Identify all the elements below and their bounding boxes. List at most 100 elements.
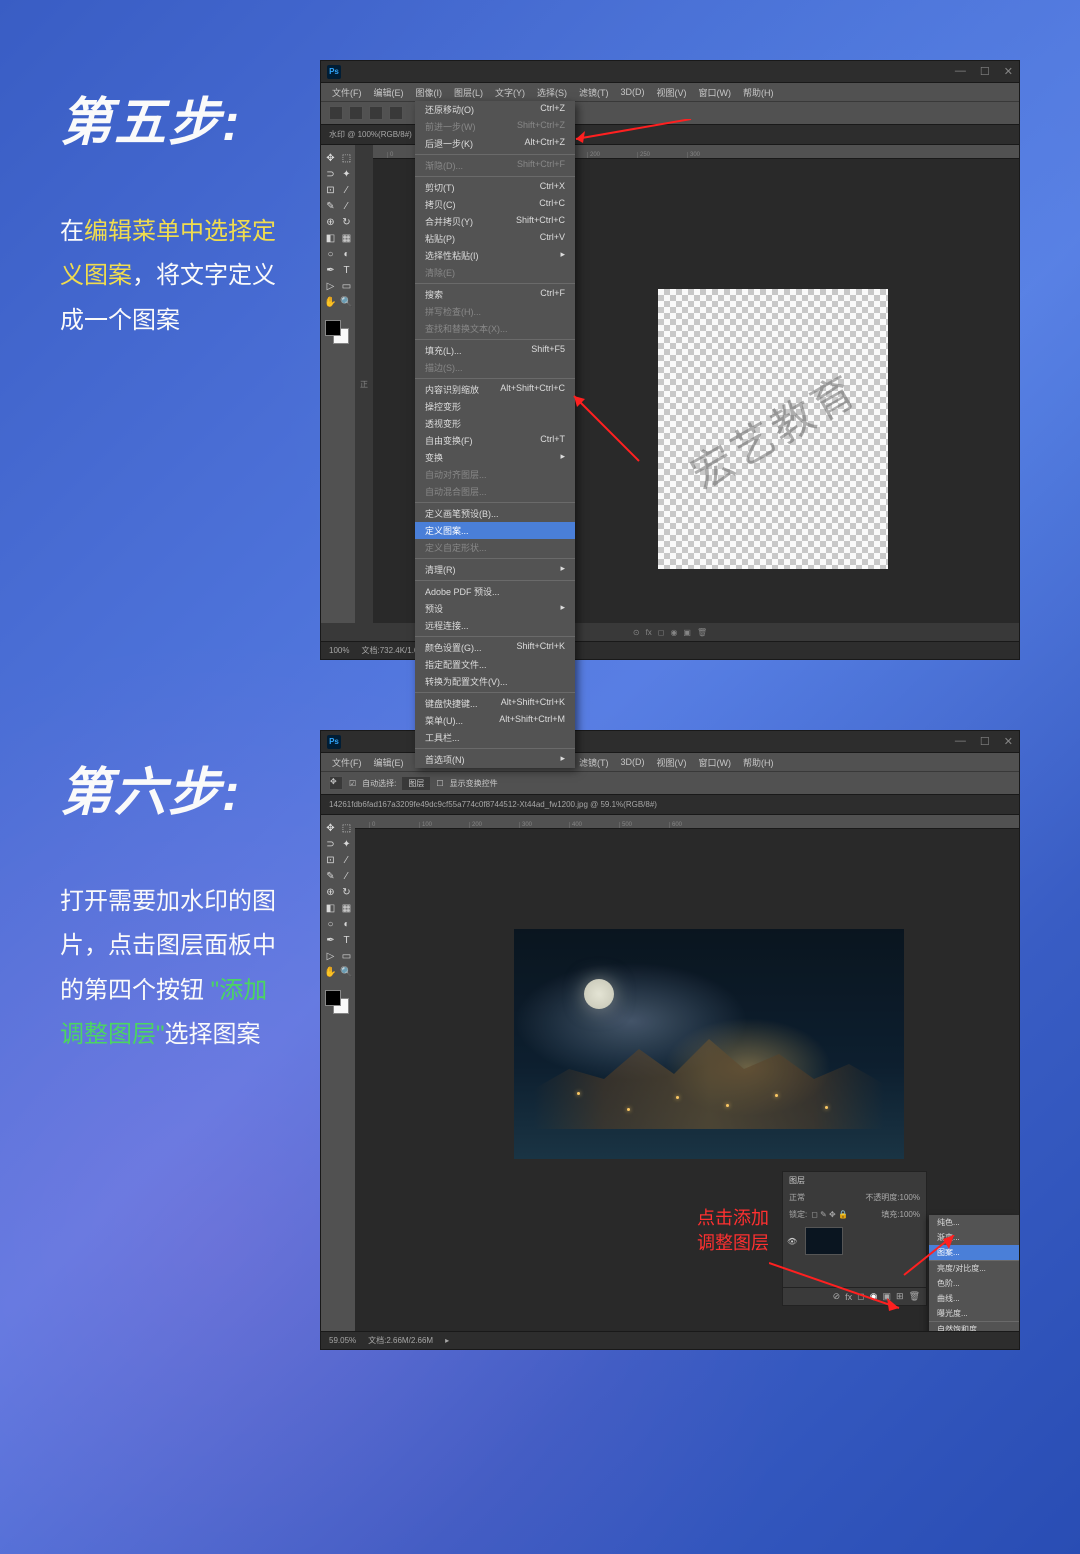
minimize-icon[interactable]: — — [955, 65, 966, 78]
layers-blend-row[interactable]: 正常不透明度:100% — [783, 1189, 926, 1206]
edit-menu-item[interactable]: 工具栏... — [415, 729, 575, 746]
brush-tool-icon[interactable]: ⁄ — [339, 869, 354, 884]
opt-box[interactable] — [369, 106, 383, 120]
menu-item[interactable]: 文件(F) — [327, 86, 367, 99]
maximize-icon[interactable]: ☐ — [980, 735, 990, 748]
eyedropper-tool-icon[interactable]: ⁄ — [339, 853, 354, 868]
menu-item[interactable]: 编辑(E) — [369, 756, 409, 769]
edit-menu-item[interactable]: 合并拷贝(Y)Shift+Ctrl+C — [415, 213, 575, 230]
opt-box[interactable] — [389, 106, 403, 120]
move-tool-icon[interactable]: ✥ — [323, 151, 338, 166]
edit-menu-item[interactable]: 拼写检查(H)... — [415, 303, 575, 320]
transparent-canvas[interactable]: 宏艺教育 — [658, 289, 888, 569]
menu-item[interactable]: 图像(I) — [411, 86, 448, 99]
menu-item[interactable]: 窗口(W) — [694, 756, 737, 769]
stamp-tool-icon[interactable]: ⊕ — [323, 215, 338, 230]
group-icon[interactable]: ▣ — [883, 1291, 892, 1302]
pen-tool-icon[interactable]: ✒ — [323, 263, 338, 278]
edit-menu-item[interactable]: 查找和替换文本(X)... — [415, 320, 575, 337]
context-menu-item[interactable]: 自然饱和度... — [929, 1322, 1019, 1331]
zoom-tool-icon[interactable]: 🔍 — [339, 295, 354, 310]
edit-menu-item[interactable]: 操控变形 — [415, 398, 575, 415]
context-menu-item[interactable]: 色阶... — [929, 1276, 1019, 1291]
heal-tool-icon[interactable]: ✎ — [323, 199, 338, 214]
layers-footer[interactable]: ⊘ fx ◻ ◉ ▣ ⊞ 🗑 — [783, 1287, 926, 1305]
edit-menu-item[interactable]: 自动混合图层... — [415, 483, 575, 500]
menu-item[interactable]: 3D(D) — [616, 87, 650, 97]
adjustment-context-menu[interactable]: 纯色...渐变...图案...亮度/对比度...色阶...曲线...曝光度...… — [929, 1215, 1019, 1331]
edit-menu-item[interactable]: 粘贴(P)Ctrl+V — [415, 230, 575, 247]
tool-preset-icon[interactable]: ✥ — [329, 776, 343, 790]
window-buttons[interactable]: —☐✕ — [955, 65, 1013, 78]
edit-menu-item[interactable]: 清除(E) — [415, 264, 575, 281]
zoom-tool-icon[interactable]: 🔍 — [339, 965, 354, 980]
trash-icon[interactable]: 🗑 — [909, 1291, 920, 1302]
wand-tool-icon[interactable]: ✦ — [339, 167, 354, 182]
heal-tool-icon[interactable]: ✎ — [323, 869, 338, 884]
new-layer-icon[interactable]: ⊞ — [896, 1291, 904, 1302]
adjustment-layer-icon[interactable]: ◉ — [870, 1291, 878, 1302]
edit-menu-item[interactable]: 渐隐(D)...Shift+Ctrl+F — [415, 157, 575, 174]
foreground-color[interactable] — [325, 320, 341, 336]
menu-item[interactable]: 选择(S) — [532, 86, 572, 99]
tool-preset-icon[interactable] — [329, 106, 343, 120]
type-tool-icon[interactable]: T — [339, 933, 354, 948]
photo-canvas[interactable] — [514, 929, 904, 1159]
layers-panel[interactable]: 图层 正常不透明度:100% 锁定:◻ ✎ ✥ 🔒填充:100% 👁 ⊘ fx … — [782, 1171, 927, 1306]
menu-item[interactable]: 帮助(H) — [738, 756, 779, 769]
edit-menu-item[interactable]: 菜单(U)...Alt+Shift+Ctrl+M — [415, 712, 575, 729]
blur-tool-icon[interactable]: ○ — [323, 247, 338, 262]
window-buttons[interactable]: — ☐ ✕ — [955, 735, 1013, 748]
layers-lock-row[interactable]: 锁定:◻ ✎ ✥ 🔒填充:100% — [783, 1206, 926, 1223]
tools-panel[interactable]: ✥⬚ ⊃✦ ⊡⁄ ✎⁄ ⊕↻ ◧▦ ○◐ ✒T ▷▭ ✋🔍 — [321, 815, 355, 1331]
stamp-tool-icon[interactable]: ⊕ — [323, 885, 338, 900]
close-icon[interactable]: ✕ — [1004, 735, 1013, 748]
link-icon[interactable]: ⊘ — [833, 1291, 841, 1302]
edit-menu-item[interactable]: 预设▸ — [415, 600, 575, 617]
context-menu-item[interactable]: 曝光度... — [929, 1306, 1019, 1321]
edit-menu-item[interactable]: 自由变换(F)Ctrl+T — [415, 432, 575, 449]
edit-menu-item[interactable]: 后退一步(K)Alt+Ctrl+Z — [415, 135, 575, 152]
gradient-tool-icon[interactable]: ▦ — [339, 231, 354, 246]
menu-item[interactable]: 帮助(H) — [738, 86, 779, 99]
edit-menu-item[interactable]: Adobe PDF 预设... — [415, 583, 575, 600]
menu-item[interactable]: 图层(L) — [449, 86, 488, 99]
brush-tool-icon[interactable]: ⁄ — [339, 199, 354, 214]
shape-tool-icon[interactable]: ▭ — [339, 949, 354, 964]
minimize-icon[interactable]: — — [955, 735, 966, 748]
layer-thumbnail[interactable] — [805, 1227, 843, 1255]
blur-tool-icon[interactable]: ○ — [323, 917, 338, 932]
document-tab[interactable]: 14261fdb6fad167a3209fe49dc9cf55a774c0f87… — [321, 795, 1019, 815]
edit-menu-item[interactable]: 首选项(N)▸ — [415, 751, 575, 768]
edit-menu-item[interactable]: 定义图案... — [415, 522, 575, 539]
edit-menu-item[interactable]: 还原移动(O)Ctrl+Z — [415, 101, 575, 118]
gradient-tool-icon[interactable]: ▦ — [339, 901, 354, 916]
lasso-tool-icon[interactable]: ⊃ — [323, 167, 338, 182]
edit-menu-item[interactable]: 拷贝(C)Ctrl+C — [415, 196, 575, 213]
eraser-tool-icon[interactable]: ◧ — [323, 901, 338, 916]
history-tool-icon[interactable]: ↻ — [339, 885, 354, 900]
context-menu-item[interactable]: 亮度/对比度... — [929, 1261, 1019, 1276]
shape-tool-icon[interactable]: ▭ — [339, 279, 354, 294]
lasso-tool-icon[interactable]: ⊃ — [323, 837, 338, 852]
edit-menu-item[interactable]: 定义自定形状... — [415, 539, 575, 556]
menu-item[interactable]: 滤镜(T) — [574, 756, 614, 769]
menu-item[interactable]: 滤镜(T) — [574, 86, 614, 99]
edit-menu-item[interactable]: 定义画笔预设(B)... — [415, 505, 575, 522]
context-menu-item[interactable]: 纯色... — [929, 1215, 1019, 1230]
ps-menubar[interactable]: 文件(F)编辑(E)图像(I)图层(L)文字(Y)选择(S)滤镜(T)3D(D)… — [321, 83, 1019, 101]
edit-menu-dropdown[interactable]: 还原移动(O)Ctrl+Z前进一步(W)Shift+Ctrl+Z后退一步(K)A… — [415, 101, 575, 768]
path-tool-icon[interactable]: ▷ — [323, 949, 338, 964]
wand-tool-icon[interactable]: ✦ — [339, 837, 354, 852]
marquee-tool-icon[interactable]: ⬚ — [339, 151, 354, 166]
history-tool-icon[interactable]: ↻ — [339, 215, 354, 230]
eyedropper-tool-icon[interactable]: ⁄ — [339, 183, 354, 198]
context-menu-item[interactable]: 图案... — [929, 1245, 1019, 1260]
visibility-icon[interactable]: 👁 — [783, 1237, 801, 1246]
crop-tool-icon[interactable]: ⊡ — [323, 853, 338, 868]
edit-menu-item[interactable]: 透视变形 — [415, 415, 575, 432]
fx-icon[interactable]: fx — [845, 1292, 852, 1302]
crop-tool-icon[interactable]: ⊡ — [323, 183, 338, 198]
tools-panel[interactable]: ✥⬚ ⊃✦ ⊡⁄ ✎⁄ ⊕↻ ◧▦ ○◐ ✒T ▷▭ ✋🔍 — [321, 145, 355, 623]
edit-menu-item[interactable]: 描边(S)... — [415, 359, 575, 376]
